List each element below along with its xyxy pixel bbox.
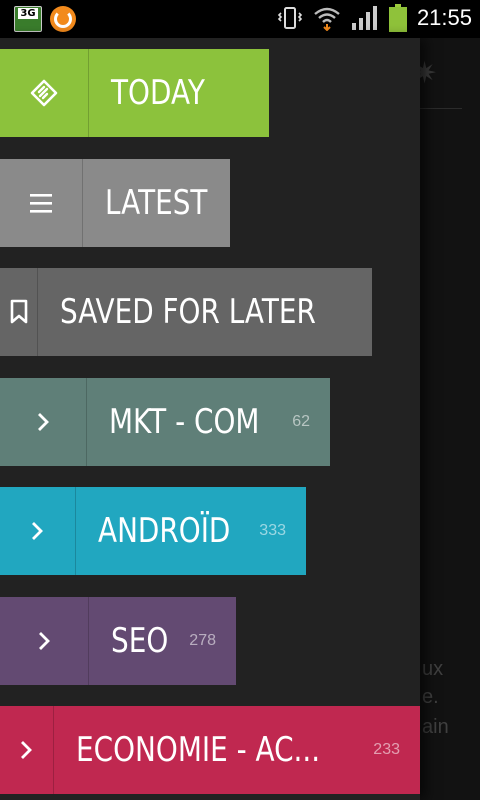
background-text-fragment: ain: [422, 716, 449, 738]
drawer-item-latest[interactable]: LATEST: [0, 159, 230, 247]
wifi-icon: [314, 7, 340, 31]
unread-count: 333: [259, 522, 286, 539]
drawer-item-label: LATEST: [105, 183, 208, 223]
clock: 21:55: [416, 5, 472, 30]
unread-count: 233: [373, 741, 400, 758]
unread-count: 278: [189, 632, 216, 649]
drawer-item-seo[interactable]: SEO 278: [0, 597, 236, 685]
drawer-item-label: TODAY: [111, 73, 205, 113]
chevron-right-icon[interactable]: [0, 378, 87, 466]
drawer-item-economie[interactable]: ECONOMIE - AC... 233: [0, 706, 420, 794]
unread-count: 62: [292, 413, 310, 430]
status-system: 21:55: [277, 4, 472, 32]
navigation-drawer: TODAY LATEST SAVED FOR LATER MKT - COM 6…: [0, 38, 420, 800]
chevron-right-icon[interactable]: [0, 487, 76, 575]
chevron-right-icon[interactable]: [0, 706, 54, 794]
background-text-fragment: e.: [422, 686, 439, 708]
bookmark-icon: [0, 268, 38, 356]
orange-app-icon: [50, 6, 76, 32]
drawer-item-label: ECONOMIE - AC...: [75, 730, 320, 770]
drawer-item-today[interactable]: TODAY: [0, 49, 269, 137]
vibrate-icon: [277, 7, 303, 29]
3g-badge-icon: 3G: [14, 6, 42, 32]
background-text-fragment: ux: [422, 658, 444, 680]
status-notifications: 3G: [14, 6, 76, 32]
drawer-item-android[interactable]: ANDROÏD 333: [0, 487, 306, 575]
drawer-item-label: MKT - COM: [108, 402, 260, 442]
list-icon: [0, 159, 84, 247]
chevron-right-icon[interactable]: [0, 597, 89, 685]
drawer-item-label: SAVED FOR LATER: [60, 292, 316, 332]
drawer-item-saved-for-later[interactable]: SAVED FOR LATER: [0, 268, 372, 356]
battery-icon: [388, 4, 407, 32]
signal-icon: [351, 6, 377, 30]
status-bar: 3G 21:55: [0, 0, 480, 38]
drawer-item-mkt-com[interactable]: MKT - COM 62: [0, 378, 330, 466]
network-badge-text: 3G: [18, 8, 38, 19]
drawer-item-label: ANDROÏD: [97, 511, 231, 551]
drawer-item-label: SEO: [111, 621, 169, 661]
today-feed-icon: [0, 49, 89, 137]
background-divider: [420, 108, 462, 109]
